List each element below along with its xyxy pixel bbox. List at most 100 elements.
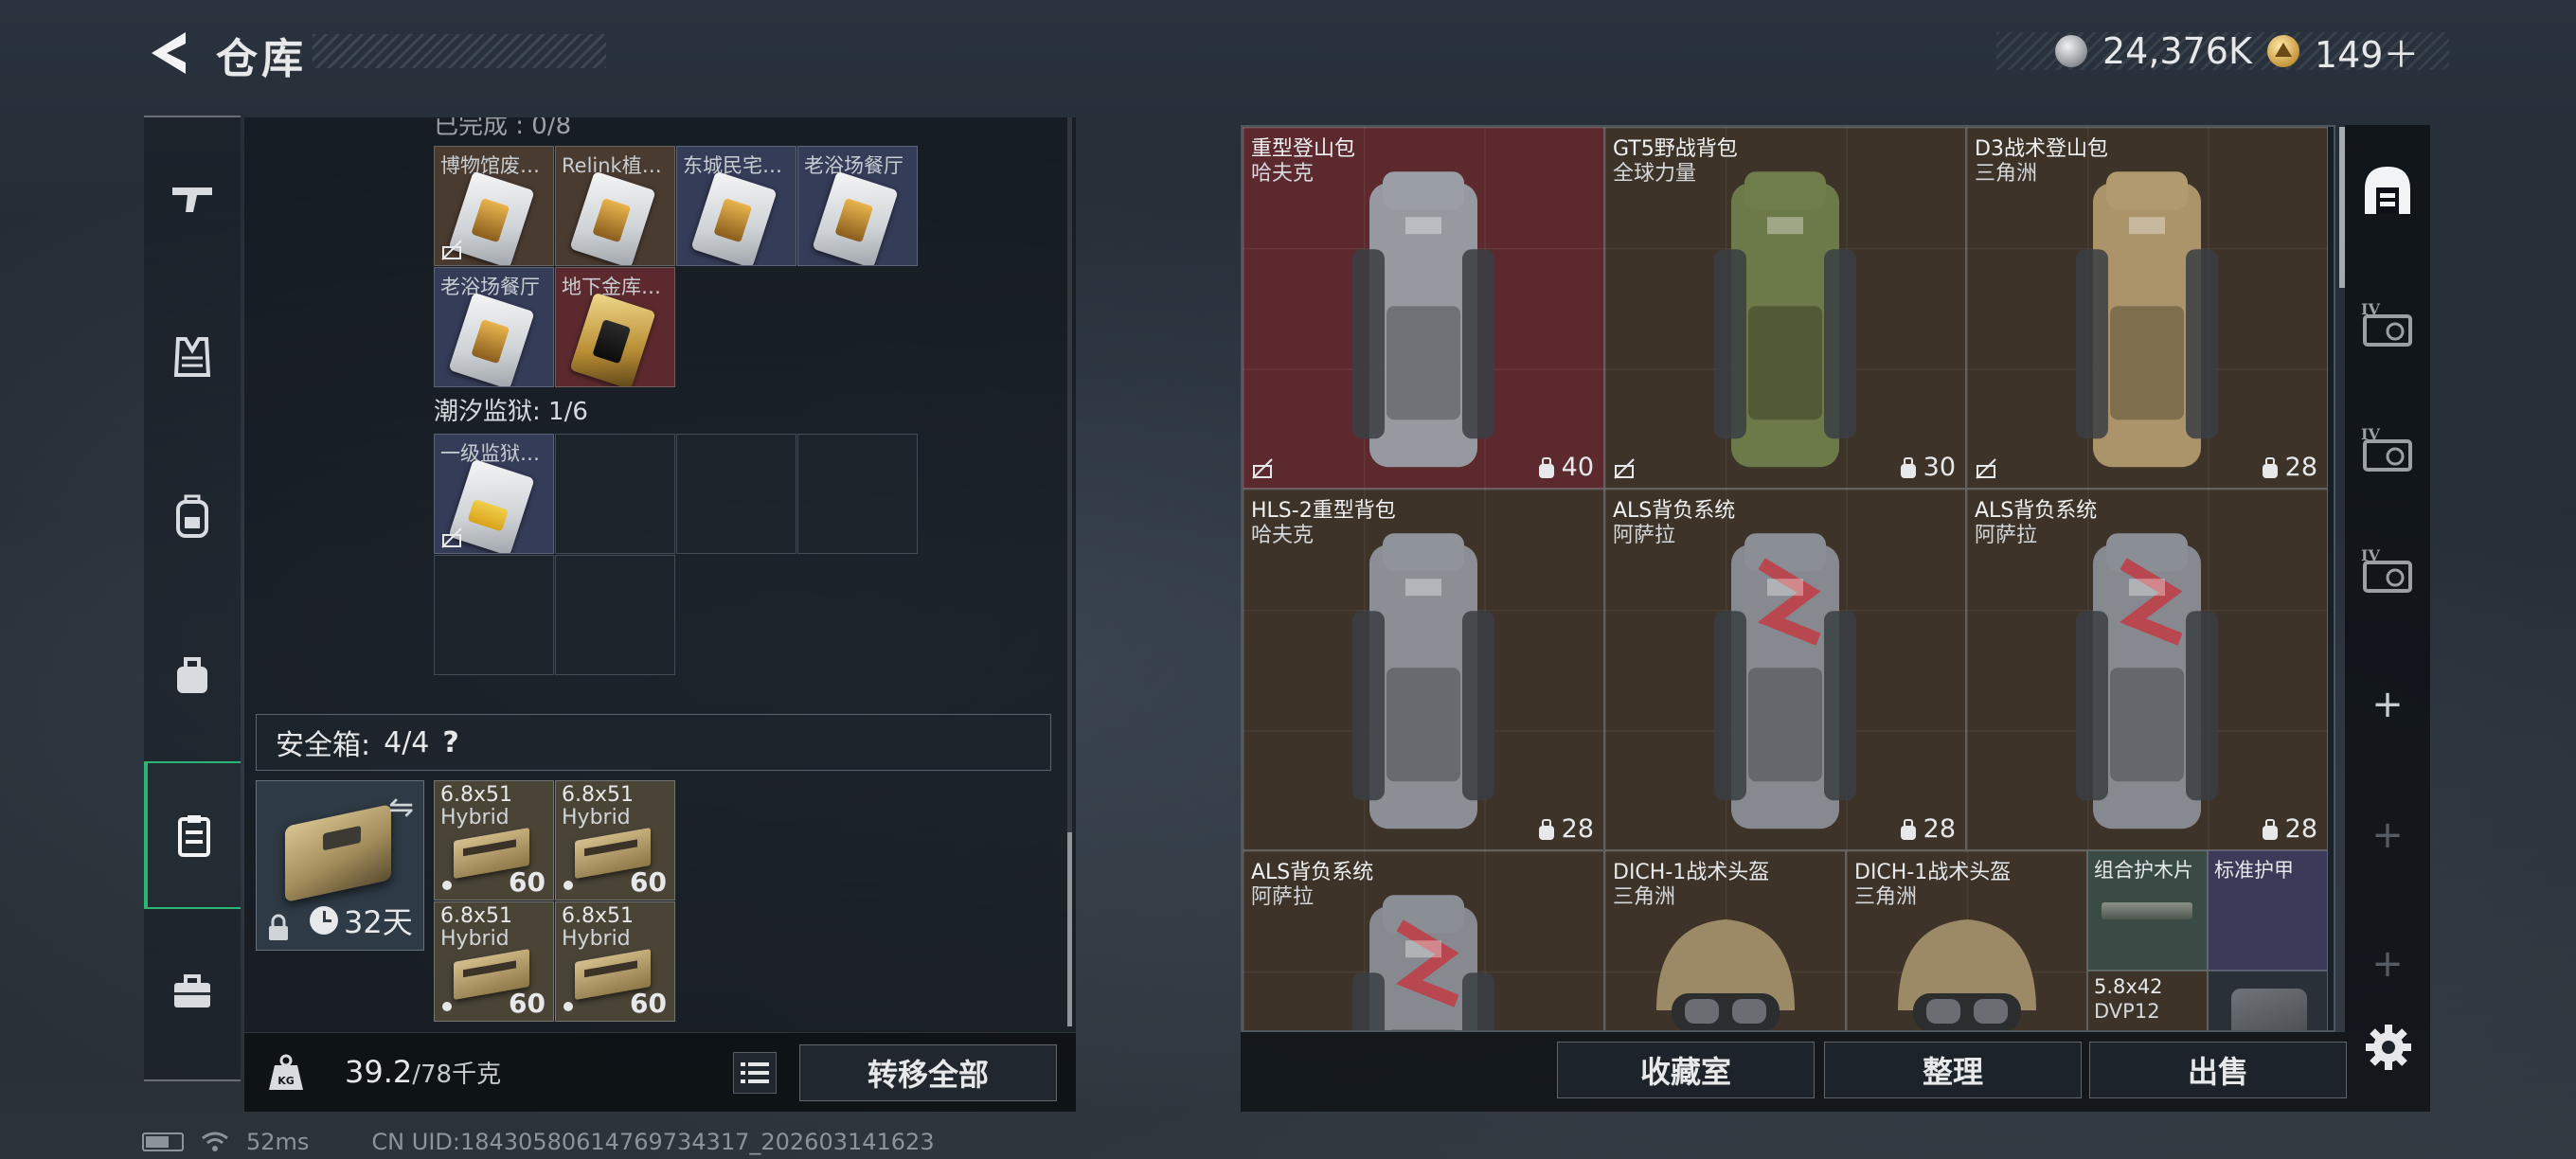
keycard-item[interactable]: 老浴场餐厅 — [434, 267, 554, 387]
swap-icon[interactable]: ⇋ — [388, 789, 414, 825]
backpack-item[interactable]: 重型登山包 哈夫克 40 — [1243, 127, 1604, 489]
capacity-label: 28 — [2261, 453, 2317, 482]
briefcase-icon — [174, 974, 210, 1007]
backpack-icon — [176, 494, 208, 538]
currency-bar: 24,376K 149＋ — [1996, 30, 2449, 76]
organize-button[interactable]: 整理 — [1824, 1042, 2082, 1098]
tab-main-warehouse[interactable] — [2345, 134, 2430, 248]
backpack-image — [2076, 533, 2218, 829]
help-button[interactable]: ? — [442, 726, 458, 759]
ammo-item[interactable]: 6.8x51 Hybrid 60 — [555, 780, 675, 900]
item-brand: 阿萨拉 — [1251, 885, 1315, 909]
uid-text: CN UID:18430580614769734317_202603141623 — [371, 1129, 935, 1155]
ammo-type: Hybrid — [562, 806, 631, 829]
gold-currency-value[interactable]: 149＋ — [2315, 26, 2420, 78]
list-icon — [741, 1062, 769, 1083]
gold-coin-icon — [2266, 35, 2299, 67]
storage-iv-icon: IV — [2361, 546, 2412, 593]
scrollbar-thumb[interactable] — [1067, 832, 1072, 1026]
ammo-count: 60 — [509, 866, 546, 898]
unbound-icon — [1614, 458, 1635, 479]
capacity-label: 40 — [1537, 453, 1594, 482]
weight-value: 39.2/78千克 — [345, 1054, 501, 1090]
backpack-item[interactable]: HLS-2重型背包 哈夫克 28 — [1243, 489, 1604, 850]
pouch-icon — [177, 657, 207, 693]
nav-safebox[interactable] — [144, 761, 241, 909]
unbound-icon — [1976, 458, 1996, 479]
backpack-item[interactable]: ALS背负系统 阿萨拉 — [1243, 850, 1604, 1030]
backpack-image — [1352, 533, 1494, 829]
collection-room-button[interactable]: 收藏室 — [1557, 1042, 1815, 1098]
capacity-label: 28 — [2261, 814, 2317, 844]
nav-briefcase[interactable] — [144, 951, 241, 1032]
helmet-image — [1656, 919, 1795, 1030]
empty-slot[interactable] — [555, 434, 675, 554]
nav-backpack[interactable] — [144, 475, 241, 557]
add-tab-button[interactable]: + — [2345, 936, 2430, 992]
empty-slot[interactable] — [676, 434, 796, 554]
clock-icon — [310, 906, 338, 935]
backpack-item[interactable]: D3战术登山包 三角洲 28 — [1966, 127, 2328, 489]
keycard-item[interactable]: 博物馆废… — [434, 146, 554, 266]
keycard-item[interactable]: 一级监狱… — [434, 434, 554, 554]
unbound-icon — [441, 527, 462, 548]
capacity-label: 28 — [1537, 814, 1594, 844]
keycard-item[interactable]: 东城民宅… — [676, 146, 796, 266]
gear-icon[interactable] — [2362, 1021, 2415, 1074]
ammo-item[interactable]: 6.8x51 Hybrid 60 — [434, 780, 554, 900]
armor-plate-item[interactable]: 组合护木片 — [2087, 850, 2208, 971]
tab-extension-3[interactable]: IV — [2345, 513, 2430, 627]
capacity-icon — [1538, 818, 1554, 840]
unbound-icon — [1252, 458, 1273, 479]
tab-extension-1[interactable]: IV — [2345, 267, 2430, 381]
unbound-icon — [441, 240, 462, 260]
tab-extension-2[interactable]: IV — [2345, 392, 2430, 506]
helmet-item[interactable]: DICH-1战术头盔 三角洲 — [1604, 850, 1846, 1030]
nav-weapon[interactable] — [144, 157, 241, 239]
weight-kg-icon: KG — [269, 1054, 303, 1090]
dot-icon — [564, 1002, 573, 1011]
empty-slot[interactable] — [797, 434, 918, 554]
nav-vest[interactable] — [144, 316, 241, 398]
list-view-button[interactable] — [733, 1052, 777, 1094]
add-tab-button[interactable]: + — [2345, 676, 2430, 733]
backpack-item[interactable]: ALS背负系统 阿萨拉 28 — [1604, 489, 1966, 850]
weight-current: 39.2 — [345, 1054, 413, 1090]
svg-text:KG: KG — [277, 1075, 295, 1087]
silver-currency-value: 24,376K — [2102, 30, 2252, 72]
safebox-slot[interactable]: ⇋ 32天 — [256, 780, 424, 951]
ammo-caliber: 6.8x51 — [440, 904, 513, 928]
ammo-item[interactable]: 5.8x42 DVP12 — [2087, 971, 2208, 1030]
keycard-image — [569, 170, 656, 265]
armor-item[interactable]: 标准护甲 — [2208, 850, 2328, 971]
empty-slot[interactable] — [555, 555, 675, 675]
transfer-all-button[interactable]: 转移全部 — [799, 1044, 1057, 1101]
item-name: 组合护木片 — [2094, 859, 2193, 882]
item-name: 博物馆废… — [440, 154, 540, 177]
nav-pouch[interactable] — [144, 634, 241, 716]
helmet-item[interactable]: DICH-1战术头盔 三角洲 — [1846, 850, 2087, 1030]
vest-item[interactable] — [2208, 971, 2328, 1030]
safebox-count: 4/4 — [384, 725, 430, 759]
keycard-item[interactable]: 老浴场餐厅 — [797, 146, 918, 266]
keycard-item[interactable]: 地下金库… — [555, 267, 675, 387]
ammo-item[interactable]: 6.8x51 Hybrid 60 — [434, 901, 554, 1022]
capacity-value: 40 — [1561, 453, 1594, 482]
sell-button[interactable]: 出售 — [2089, 1042, 2347, 1098]
safebox-days: 32天 — [344, 904, 413, 940]
capacity-label: 30 — [1899, 453, 1956, 482]
ammo-item[interactable]: 6.8x51 Hybrid 60 — [555, 901, 675, 1022]
ammo-count: 60 — [630, 866, 667, 898]
back-arrow-icon[interactable] — [142, 27, 195, 80]
storage-iv-icon: IV — [2361, 425, 2412, 472]
backpack-image — [1352, 895, 1494, 1030]
safebox-image — [285, 804, 391, 902]
keycard-item[interactable]: Relink植… — [555, 146, 675, 266]
capacity-icon — [2262, 818, 2278, 840]
tidal-prison-label: 潮汐监狱: 1/6 — [434, 398, 588, 426]
cut-section-label: 已完成 : 0/8 — [434, 117, 572, 140]
empty-slot[interactable] — [434, 555, 554, 675]
backpack-item[interactable]: ALS背负系统 阿萨拉 28 — [1966, 489, 2328, 850]
add-tab-button[interactable]: + — [2345, 807, 2430, 864]
backpack-item[interactable]: GT5野战背包 全球力量 30 — [1604, 127, 1966, 489]
